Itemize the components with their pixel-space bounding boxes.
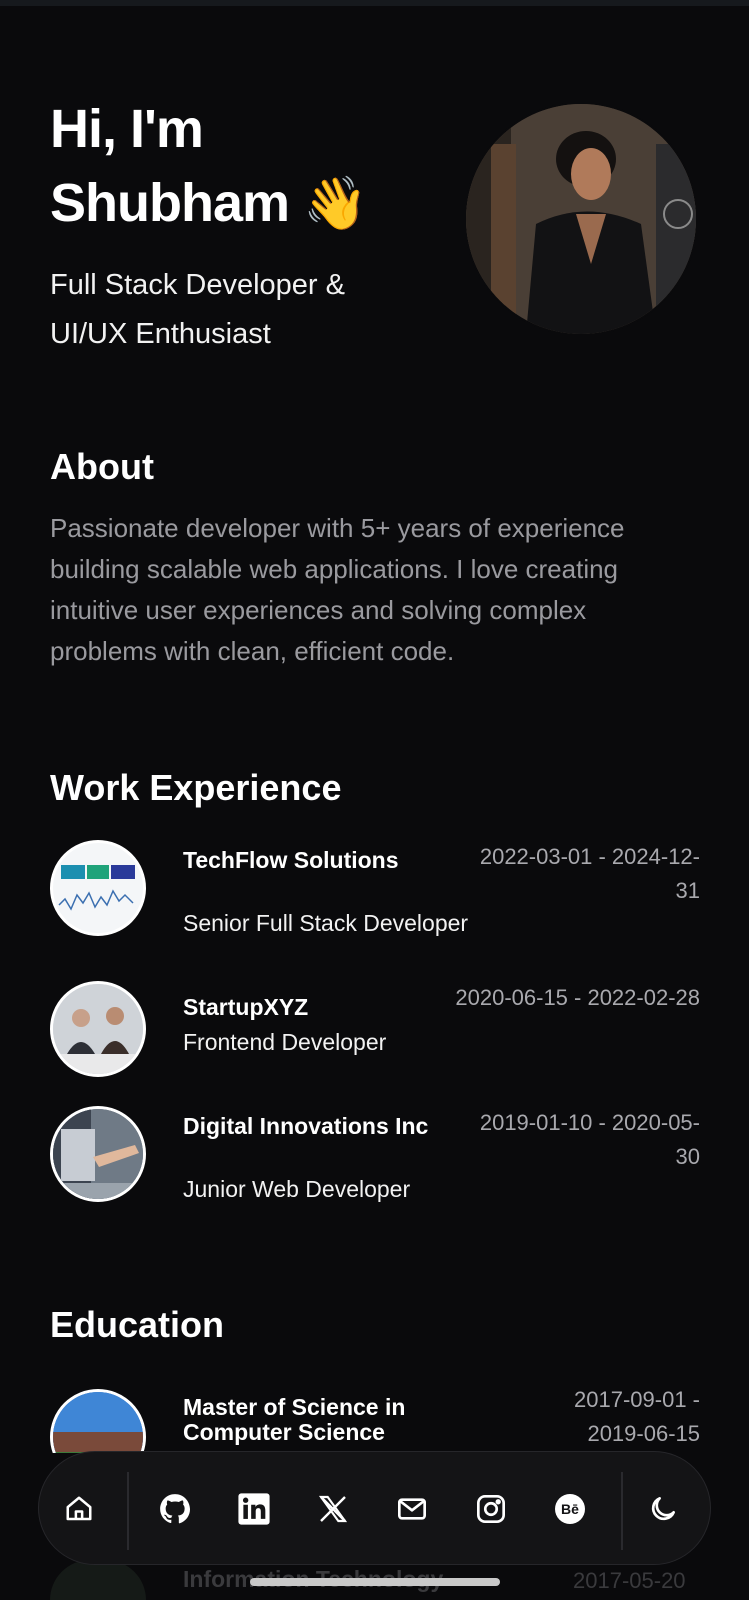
instagram-icon[interactable] <box>467 1485 515 1533</box>
company-thumbnail <box>50 1106 146 1202</box>
behance-badge: Bē <box>555 1494 585 1524</box>
x-icon[interactable] <box>309 1485 357 1533</box>
nav-divider <box>621 1472 623 1550</box>
hero-subtitle-line1: Full Stack Developer & <box>50 269 345 301</box>
bottom-navigation: Bē <box>38 1451 711 1565</box>
job-role: Frontend Developer <box>183 1029 387 1055</box>
job-dates: 2022-03-01 - 2024-12- 31 <box>480 840 700 908</box>
status-bar-edge <box>0 0 749 6</box>
github-icon[interactable] <box>151 1485 199 1533</box>
home-icon[interactable] <box>55 1485 103 1533</box>
work-item-startupxyz[interactable]: StartupXYZ Frontend Developer 2020-06-15… <box>50 981 700 1081</box>
university-thumbnail-faded <box>50 1560 146 1600</box>
portfolio-page: Hi, I'm Shubham 👋 Full Stack Developer &… <box>0 0 749 1600</box>
company-name: TechFlow Solutions <box>183 847 399 873</box>
job-date-line1: 2019-01-10 - 2020-05- <box>479 1110 700 1135</box>
moon-icon[interactable] <box>639 1485 687 1533</box>
nav-divider <box>127 1472 129 1550</box>
analytics-chart-icon <box>58 865 135 911</box>
job-role: Senior Full Stack Developer <box>183 910 469 936</box>
hero-name: Shubham <box>50 173 290 233</box>
job-dates: 2019-01-10 - 2020-05- 30 <box>480 1106 700 1174</box>
mail-icon[interactable] <box>388 1485 436 1533</box>
linkedin-icon[interactable] <box>230 1485 278 1533</box>
job-role: Junior Web Developer <box>183 1176 411 1202</box>
university-thumbnail <box>50 1389 146 1453</box>
job-dates: 2020-06-15 - 2022-02-28 <box>455 985 700 1010</box>
company-thumbnail <box>50 981 146 1077</box>
business-meeting-icon <box>53 984 143 1074</box>
hero-heading: Hi, I'm Shubham 👋 <box>50 92 470 241</box>
hero-section: Hi, I'm Shubham 👋 Full Stack Developer &… <box>50 92 470 359</box>
job-date-line2: 30 <box>675 1144 700 1169</box>
work-item-techflow[interactable]: TechFlow Solutions Senior Full Stack Dev… <box>50 840 700 940</box>
degree-name: Master of Science in Computer Science <box>183 1394 406 1445</box>
work-item-digital-innovations[interactable]: Digital Innovations Inc Junior Web Devel… <box>50 1106 700 1206</box>
university-building-icon <box>53 1392 143 1453</box>
hero-subtitle-line2: UI/UX Enthusiast <box>50 318 271 350</box>
education-date-faded: 2017-05-20 <box>573 1568 686 1593</box>
hero-subtitle: Full Stack Developer & UI/UX Enthusiast <box>50 261 410 359</box>
profile-photo-icon <box>466 104 696 334</box>
education-item-masters[interactable]: Master of Science in Computer Science 20… <box>50 1389 700 1453</box>
wave-emoji-icon: 👋 <box>303 175 368 233</box>
education-dates: 2017-09-01 - 2019-06-15 <box>574 1389 700 1451</box>
about-title: About <box>50 446 154 487</box>
behance-icon[interactable]: Bē <box>546 1485 594 1533</box>
company-name: Digital Innovations Inc <box>183 1113 429 1139</box>
work-experience-title: Work Experience <box>50 767 342 808</box>
education-title: Education <box>50 1304 225 1345</box>
education-date-line1: 2017-09-01 - <box>574 1389 700 1412</box>
home-indicator[interactable] <box>250 1578 500 1586</box>
profile-avatar <box>466 104 696 334</box>
education-date-line2: 2019-06-15 <box>587 1421 700 1446</box>
company-name: StartupXYZ <box>183 994 309 1020</box>
job-date-line1: 2022-03-01 - 2024-12- <box>479 844 700 869</box>
company-thumbnail <box>50 840 146 936</box>
laptop-typing-icon <box>53 1109 143 1199</box>
hero-greeting: Hi, I'm <box>50 99 204 159</box>
about-text: Passionate developer with 5+ years of ex… <box>50 513 625 666</box>
job-date-line2: 31 <box>675 878 700 903</box>
